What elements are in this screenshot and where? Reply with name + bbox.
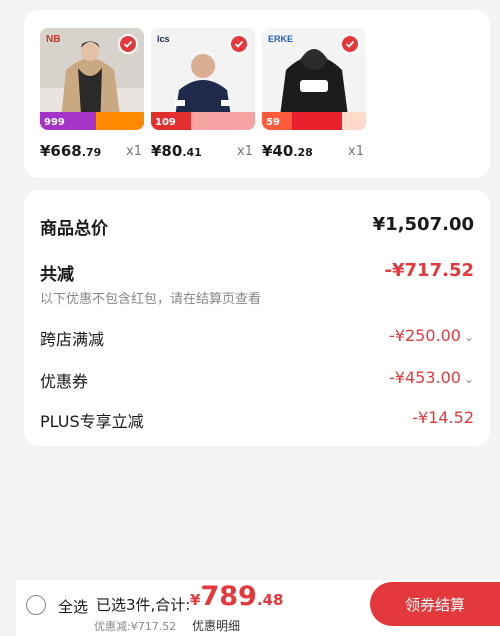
chevron-down-icon[interactable]: ⌄ [464,372,474,386]
selected-check-icon[interactable] [118,34,138,54]
plus-discount-row: PLUS专享立减 -¥14.52 [40,408,474,432]
total-discount-label: 共减 [40,265,74,285]
selected-products-card: NB 999 ¥668.79 x1 lcs 109 ¥80.41 x1 ERKE… [24,10,490,178]
coupon-label: 优惠券 [40,372,89,391]
svg-text:ERKE: ERKE [268,34,293,44]
product-item[interactable]: NB 999 ¥668.79 x1 [40,28,144,160]
product-quantity: x1 [237,144,253,159]
plus-discount-label: PLUS专享立减 [40,412,144,431]
selected-check-icon[interactable] [229,34,249,54]
thumb-price-tag: 109 [155,117,176,128]
total-amount: ¥789.48 [190,581,284,612]
product-quantity: x1 [348,144,364,159]
svg-text:lcs: lcs [157,34,170,44]
product-price: ¥668.79 [40,142,102,160]
goods-total-value: ¥1,507.00 [372,214,474,235]
coupon-value[interactable]: -¥453.00 ⌄ [389,368,474,387]
discount-detail-link[interactable]: 优惠明细 [192,617,240,634]
selected-check-icon[interactable] [340,34,360,54]
svg-text:NB: NB [46,34,60,45]
cross-store-value[interactable]: -¥250.00 ⌄ [389,326,474,345]
total-discount-row: 共减 -¥717.52 [40,260,474,285]
product-thumbnail[interactable]: NB 999 [40,28,144,130]
select-all-radio[interactable] [26,595,46,615]
discount-amount-text: 优惠减:¥717.52 [94,620,177,633]
chevron-down-icon[interactable]: ⌄ [464,330,474,344]
product-price: ¥40.28 [262,142,313,160]
product-item[interactable]: ERKE 59 ¥40.28 x1 [262,28,366,160]
cross-store-label: 跨店满减 [40,330,105,349]
price-summary-card: 商品总价 ¥1,507.00 共减 -¥717.52 以下优惠不包含红包，请在结… [24,190,490,446]
selected-summary: 已选3件,合计: [96,596,191,614]
thumb-price-tag: 999 [44,117,65,128]
goods-total-row: 商品总价 ¥1,507.00 [40,214,474,239]
thumb-price-tag: 59 [266,117,280,128]
select-all-label[interactable]: 全选 [58,596,88,617]
product-quantity: x1 [126,144,142,159]
checkout-button[interactable]: 领券结算 [370,582,500,626]
cross-store-discount-row[interactable]: 跨店满减 -¥250.00 ⌄ [40,326,474,350]
discount-note: 以下优惠不包含红包，请在结算页查看 [40,292,262,307]
product-price: ¥80.41 [151,142,202,160]
total-discount-value: -¥717.52 [384,260,474,281]
product-thumbnail[interactable]: lcs 109 [151,28,255,130]
product-item[interactable]: lcs 109 ¥80.41 x1 [151,28,255,160]
coupon-row[interactable]: 优惠券 -¥453.00 ⌄ [40,368,474,392]
goods-total-label: 商品总价 [40,219,108,239]
checkout-bar: 全选 已选3件,合计: ¥789.48 优惠减:¥717.52 优惠明细 领券结… [16,580,500,636]
product-thumbnail[interactable]: ERKE 59 [262,28,366,130]
plus-discount-value: -¥14.52 [412,408,474,427]
